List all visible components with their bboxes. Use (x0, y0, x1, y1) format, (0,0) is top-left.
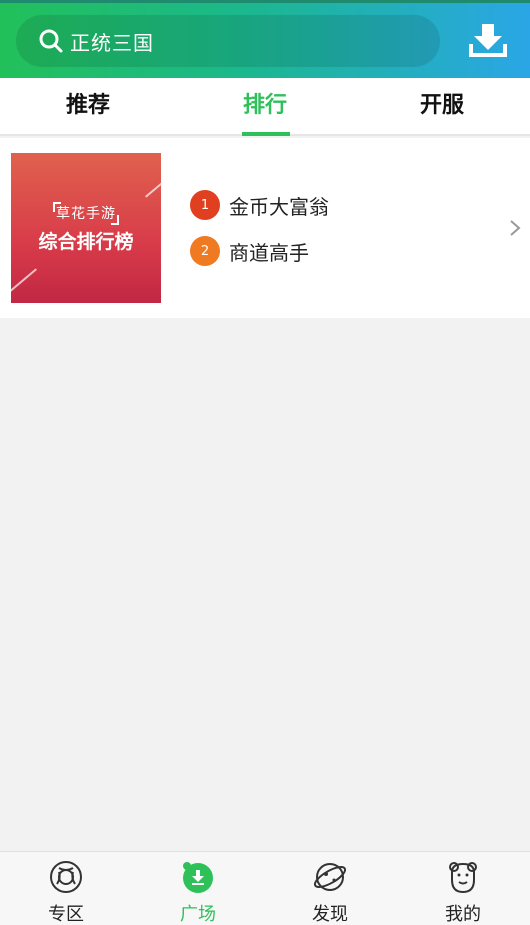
tab-ranking[interactable]: 排行 (177, 78, 353, 136)
tab-recommend[interactable]: 推荐 (0, 78, 176, 136)
tab-bar: 推荐 排行 开服 (0, 78, 530, 136)
tab-active-underline (242, 132, 290, 136)
nav-label-mine: 我的 (445, 904, 481, 925)
nav-label-plaza: 广场 (180, 904, 216, 925)
rank-list-item: 1 金币大富翁 (190, 189, 329, 221)
ranking-card[interactable]: 草花手游 综合排行榜 1 金币大富翁 2 商道高手 (0, 138, 530, 318)
chevron-right-icon (510, 220, 521, 236)
nav-label-discover: 发现 (312, 904, 348, 925)
search-text: 正统三国 (70, 30, 154, 55)
banner-title: 综合排行榜 (38, 231, 134, 253)
banner-subtitle: 草花手游 (56, 206, 116, 222)
top-accent-line (0, 0, 530, 3)
search-icon (39, 29, 63, 53)
profile-bear-icon (449, 862, 477, 894)
rank-game-name: 商道高手 (229, 240, 309, 265)
plaza-icon (183, 862, 213, 893)
rank-game-name: 金币大富翁 (229, 194, 329, 219)
nav-item-zone[interactable]: 专区 (0, 852, 132, 925)
discover-planet-icon (313, 863, 347, 891)
rank-badge: 2 (190, 236, 220, 266)
nav-item-plaza[interactable]: 广场 (132, 852, 264, 925)
rank-list-item: 2 商道高手 (190, 235, 309, 267)
download-icon[interactable] (468, 22, 508, 58)
banner-decoration (11, 268, 37, 296)
rank-badge: 1 (190, 190, 220, 220)
nav-item-discover[interactable]: 发现 (264, 852, 396, 925)
tab-server-open[interactable]: 开服 (354, 78, 530, 136)
bottom-nav: 专区 广场 发现 我的 (0, 851, 530, 925)
zone-icon (50, 861, 82, 893)
nav-label-zone: 专区 (48, 904, 84, 925)
search-bar[interactable]: 正统三国 (16, 15, 440, 67)
banner-decoration (145, 170, 161, 198)
header-bar: 正统三国 (0, 0, 530, 78)
ranking-banner-image: 草花手游 综合排行榜 (11, 153, 161, 303)
nav-item-mine[interactable]: 我的 (396, 852, 530, 925)
